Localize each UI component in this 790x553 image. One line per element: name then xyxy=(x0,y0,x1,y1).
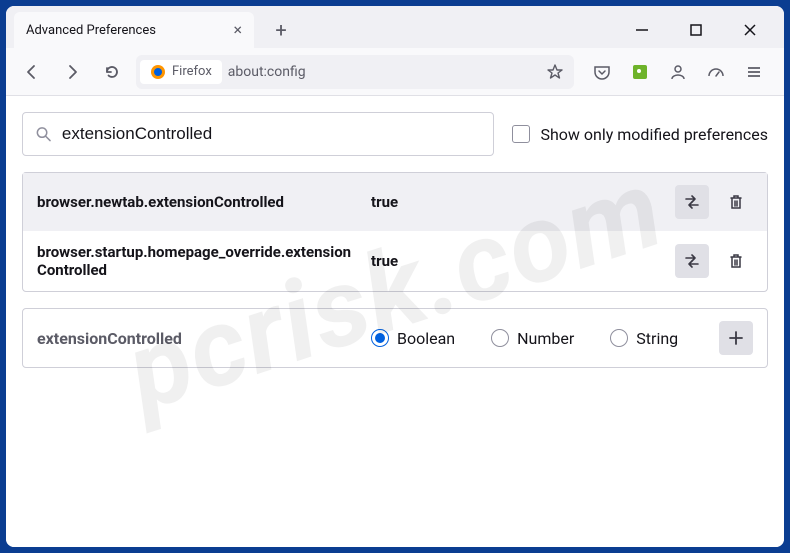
browser-toolbar: Firefox about:config xyxy=(6,48,784,96)
account-icon[interactable] xyxy=(664,58,692,86)
reload-button[interactable] xyxy=(96,56,128,88)
menu-button[interactable] xyxy=(740,58,768,86)
show-modified-label: Show only modified preferences xyxy=(540,125,768,144)
radio-boolean[interactable]: Boolean xyxy=(371,329,455,348)
pref-value: true xyxy=(371,252,661,270)
identity-label: Firefox xyxy=(172,64,212,79)
maximize-button[interactable] xyxy=(684,18,708,42)
radio-icon xyxy=(610,329,628,347)
radio-string[interactable]: String xyxy=(610,329,678,348)
search-box[interactable] xyxy=(22,112,494,156)
back-button[interactable] xyxy=(16,56,48,88)
url-text: about:config xyxy=(228,64,540,80)
new-pref-row: extensionControlled Boolean Number Strin… xyxy=(22,308,768,368)
bookmark-star-icon[interactable] xyxy=(546,63,564,81)
checkbox-icon[interactable] xyxy=(512,125,530,143)
preferences-table: browser.newtab.extensionControlled true … xyxy=(22,172,768,292)
dashboard-icon[interactable] xyxy=(702,58,730,86)
pref-row[interactable]: browser.newtab.extensionControlled true xyxy=(23,173,767,231)
close-tab-icon[interactable]: × xyxy=(233,22,242,38)
toggle-button[interactable] xyxy=(675,185,709,219)
radio-label: Number xyxy=(517,329,574,348)
search-input[interactable] xyxy=(62,124,482,144)
pref-name: browser.startup.homepage_override.extens… xyxy=(37,243,357,279)
new-tab-button[interactable]: + xyxy=(266,15,296,45)
titlebar: Advanced Preferences × + xyxy=(6,6,784,48)
delete-button[interactable] xyxy=(719,244,753,278)
pref-value: true xyxy=(371,193,661,211)
radio-icon xyxy=(491,329,509,347)
pref-row[interactable]: browser.startup.homepage_override.extens… xyxy=(23,231,767,291)
forward-button[interactable] xyxy=(56,56,88,88)
pocket-icon[interactable] xyxy=(588,58,616,86)
extension-icon[interactable] xyxy=(626,58,654,86)
firefox-icon xyxy=(150,64,166,80)
add-pref-button[interactable] xyxy=(719,321,753,355)
search-icon xyxy=(35,125,52,143)
tab-title: Advanced Preferences xyxy=(26,23,156,38)
browser-tab[interactable]: Advanced Preferences × xyxy=(14,12,254,48)
about-config-content: Show only modified preferences browser.n… xyxy=(6,96,784,547)
delete-button[interactable] xyxy=(719,185,753,219)
minimize-button[interactable] xyxy=(630,18,654,42)
identity-box[interactable]: Firefox xyxy=(140,60,222,84)
url-bar[interactable]: Firefox about:config xyxy=(136,55,574,89)
radio-label: Boolean xyxy=(397,329,455,348)
close-window-button[interactable] xyxy=(738,18,762,42)
window-controls xyxy=(630,18,776,42)
show-modified-toggle[interactable]: Show only modified preferences xyxy=(512,125,768,144)
radio-label: String xyxy=(636,329,678,348)
toggle-button[interactable] xyxy=(675,244,709,278)
radio-icon xyxy=(371,329,389,347)
new-pref-name: extensionControlled xyxy=(37,329,357,348)
type-radio-group: Boolean Number String xyxy=(371,329,705,348)
pref-name: browser.newtab.extensionControlled xyxy=(37,193,357,211)
radio-number[interactable]: Number xyxy=(491,329,574,348)
